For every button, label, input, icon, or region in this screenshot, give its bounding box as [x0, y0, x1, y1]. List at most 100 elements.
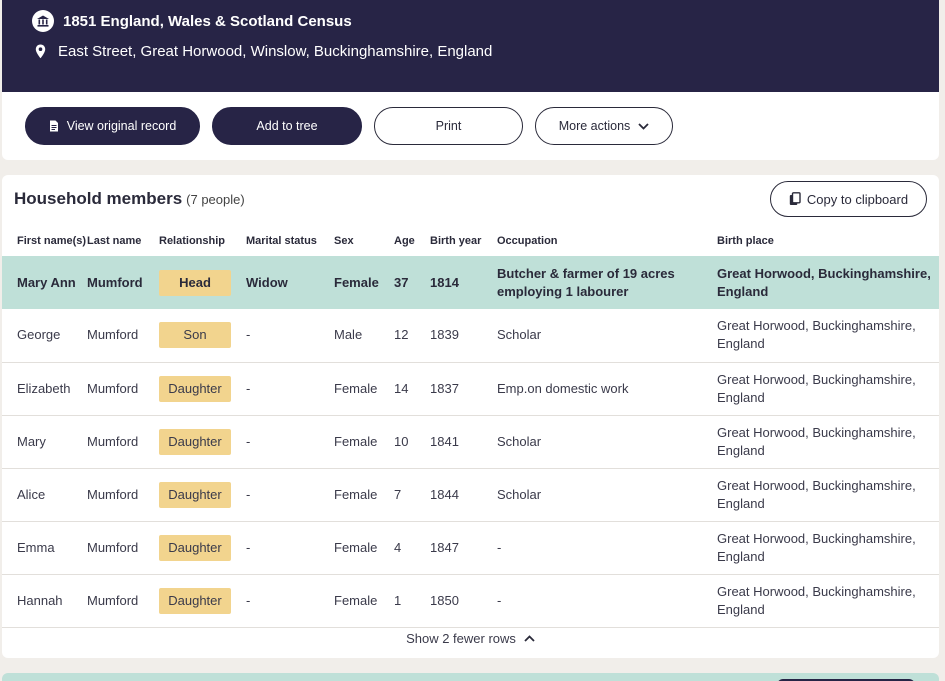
column-header: Occupation — [497, 234, 558, 247]
table-cell-birth-place: Great Horwood, Buckinghamshire, England — [717, 521, 939, 575]
location-text: East Street, Great Horwood, Winslow, Buc… — [58, 43, 493, 60]
table-cell-last: Mumford — [87, 362, 159, 416]
more-actions-label: More actions — [558, 119, 631, 133]
table-cell-last: Mumford — [87, 415, 159, 469]
table-cell-birth-year: 1844 — [430, 468, 497, 522]
action-bar: View original record Add to tree Print M… — [2, 92, 939, 160]
relationship-cell: Daughter — [159, 574, 246, 628]
table-cell-last: Mumford — [87, 521, 159, 575]
add-to-tree-button[interactable]: Add to tree — [212, 107, 362, 145]
table-cell-birth-place: Great Horwood, Buckinghamshire, England — [717, 256, 939, 309]
household-title: Household members — [14, 189, 183, 208]
table-header-row: First name(s) Last name Relationship Mar… — [2, 225, 939, 256]
table-cell-sex: Female — [334, 415, 394, 469]
table-cell-age: 4 — [394, 521, 430, 575]
table-cell-sex: Female — [334, 574, 394, 628]
chevron-up-icon — [524, 635, 535, 642]
table-cell-birth-place: Great Horwood, Buckinghamshire, England — [717, 415, 939, 469]
table-cell-marital: - — [246, 521, 334, 575]
relationship-badge: Daughter — [159, 587, 231, 614]
relationship-cell: Daughter — [159, 415, 246, 469]
household-heading: Household members (7 people) — [14, 189, 245, 209]
table-cell-age: 14 — [394, 362, 430, 416]
table-row: Alice Mumford Daughter - Female 7 1844 Scholar G… — [2, 468, 939, 522]
table-cell-last: Mumford — [87, 309, 159, 363]
more-actions-button[interactable]: More actions — [535, 107, 673, 145]
location-pin-icon — [35, 44, 49, 60]
document-icon — [49, 120, 59, 132]
column-header: Relationship — [159, 234, 226, 247]
table-cell-birth-year: 1837 — [430, 362, 497, 416]
census-row: 1851 England, Wales & Scotland Census — [32, 10, 352, 32]
record-header: 1851 England, Wales & Scotland Census Ea… — [2, 0, 939, 92]
table-cell-occupation: - — [497, 574, 717, 628]
table-cell-sex: Male — [334, 309, 394, 363]
table-cell-age: 12 — [394, 309, 430, 363]
table-row: Elizabeth Mumford Daughter - Female 14 1837 Emp… — [2, 362, 939, 416]
table-cell-first: Emma — [2, 521, 87, 575]
print-button[interactable]: Print — [374, 107, 523, 145]
relationship-cell: Daughter — [159, 362, 246, 416]
table-cell-birth-place: Great Horwood, Buckinghamshire, England — [717, 362, 939, 416]
table-cell-first: Alice — [2, 468, 87, 522]
table-cell-first: Mary Ann — [2, 256, 87, 309]
household-table: First name(s) Last name Relationship Mar… — [2, 225, 939, 628]
table-cell-birth-year: 1841 — [430, 415, 497, 469]
household-count: (7 people) — [186, 192, 245, 207]
relationship-badge: Daughter — [159, 375, 231, 402]
table-cell-marital: - — [246, 468, 334, 522]
relationship-badge: Daughter — [159, 481, 231, 508]
column-header: Sex — [334, 234, 354, 247]
table-row: Emma Mumford Daughter - Female 4 1847- Great Ho… — [2, 521, 939, 575]
relationship-cell: Daughter — [159, 521, 246, 575]
household-members-card: Household members (7 people) Copy to cli… — [2, 175, 939, 658]
relationship-cell: Head — [159, 256, 246, 309]
census-building-icon — [32, 10, 54, 32]
relationship-badge: Head — [159, 269, 231, 296]
copy-label: Copy to clipboard — [806, 191, 909, 207]
table-cell-birth-year: 1814 — [430, 256, 497, 309]
column-header: Age — [394, 234, 415, 247]
table-row: Mary Ann Mumford Head Widow Female 37 1814 Butc… — [2, 256, 939, 309]
column-header: First name(s) — [17, 234, 87, 247]
table-cell-first: Hannah — [2, 574, 87, 628]
relationship-badge: Daughter — [159, 534, 231, 561]
column-header: Marital status — [246, 234, 317, 247]
table-cell-marital: - — [246, 362, 334, 416]
table-cell-last: Mumford — [87, 574, 159, 628]
table-cell-sex: Female — [334, 362, 394, 416]
table-cell-occupation: Scholar — [497, 309, 717, 363]
table-cell-last: Mumford — [87, 256, 159, 309]
add-to-tree-label: Add to tree — [256, 119, 318, 133]
print-label: Print — [435, 119, 462, 133]
column-header: Birth year — [430, 234, 482, 247]
table-cell-age: 10 — [394, 415, 430, 469]
table-cell-birth-place: Great Horwood, Buckinghamshire, England — [717, 309, 939, 363]
table-cell-sex: Female — [334, 521, 394, 575]
table-cell-marital: - — [246, 574, 334, 628]
table-cell-age: 7 — [394, 468, 430, 522]
show-fewer-rows-button[interactable]: Show 2 fewer rows — [2, 631, 939, 646]
table-cell-occupation: Emp.on domestic work — [497, 362, 717, 416]
view-original-record-button[interactable]: View original record — [25, 107, 200, 145]
copy-icon — [789, 192, 801, 206]
census-title: 1851 England, Wales & Scotland Census — [63, 12, 352, 30]
table-cell-occupation: - — [497, 521, 717, 575]
table-cell-marital: Widow — [246, 256, 334, 309]
copy-to-clipboard-button[interactable]: Copy to clipboard — [770, 181, 927, 217]
table-row: Hannah Mumford Daughter - Female 1 1850- Great … — [2, 574, 939, 628]
table-cell-marital: - — [246, 309, 334, 363]
relationship-badge: Daughter — [159, 428, 231, 455]
location-row: East Street, Great Horwood, Winslow, Buc… — [32, 43, 492, 60]
table-cell-sex: Female — [334, 256, 394, 309]
table-cell-first: Elizabeth — [2, 362, 87, 416]
column-header: Last name — [87, 234, 142, 247]
table-cell-first: George — [2, 309, 87, 363]
table-cell-birth-place: Great Horwood, Buckinghamshire, England — [717, 468, 939, 522]
table-cell-last: Mumford — [87, 468, 159, 522]
table-cell-birth-year: 1839 — [430, 309, 497, 363]
relationship-badge: Son — [159, 322, 231, 349]
table-cell-birth-year: 1847 — [430, 521, 497, 575]
relationship-cell: Daughter — [159, 468, 246, 522]
table-cell-first: Mary — [2, 415, 87, 469]
